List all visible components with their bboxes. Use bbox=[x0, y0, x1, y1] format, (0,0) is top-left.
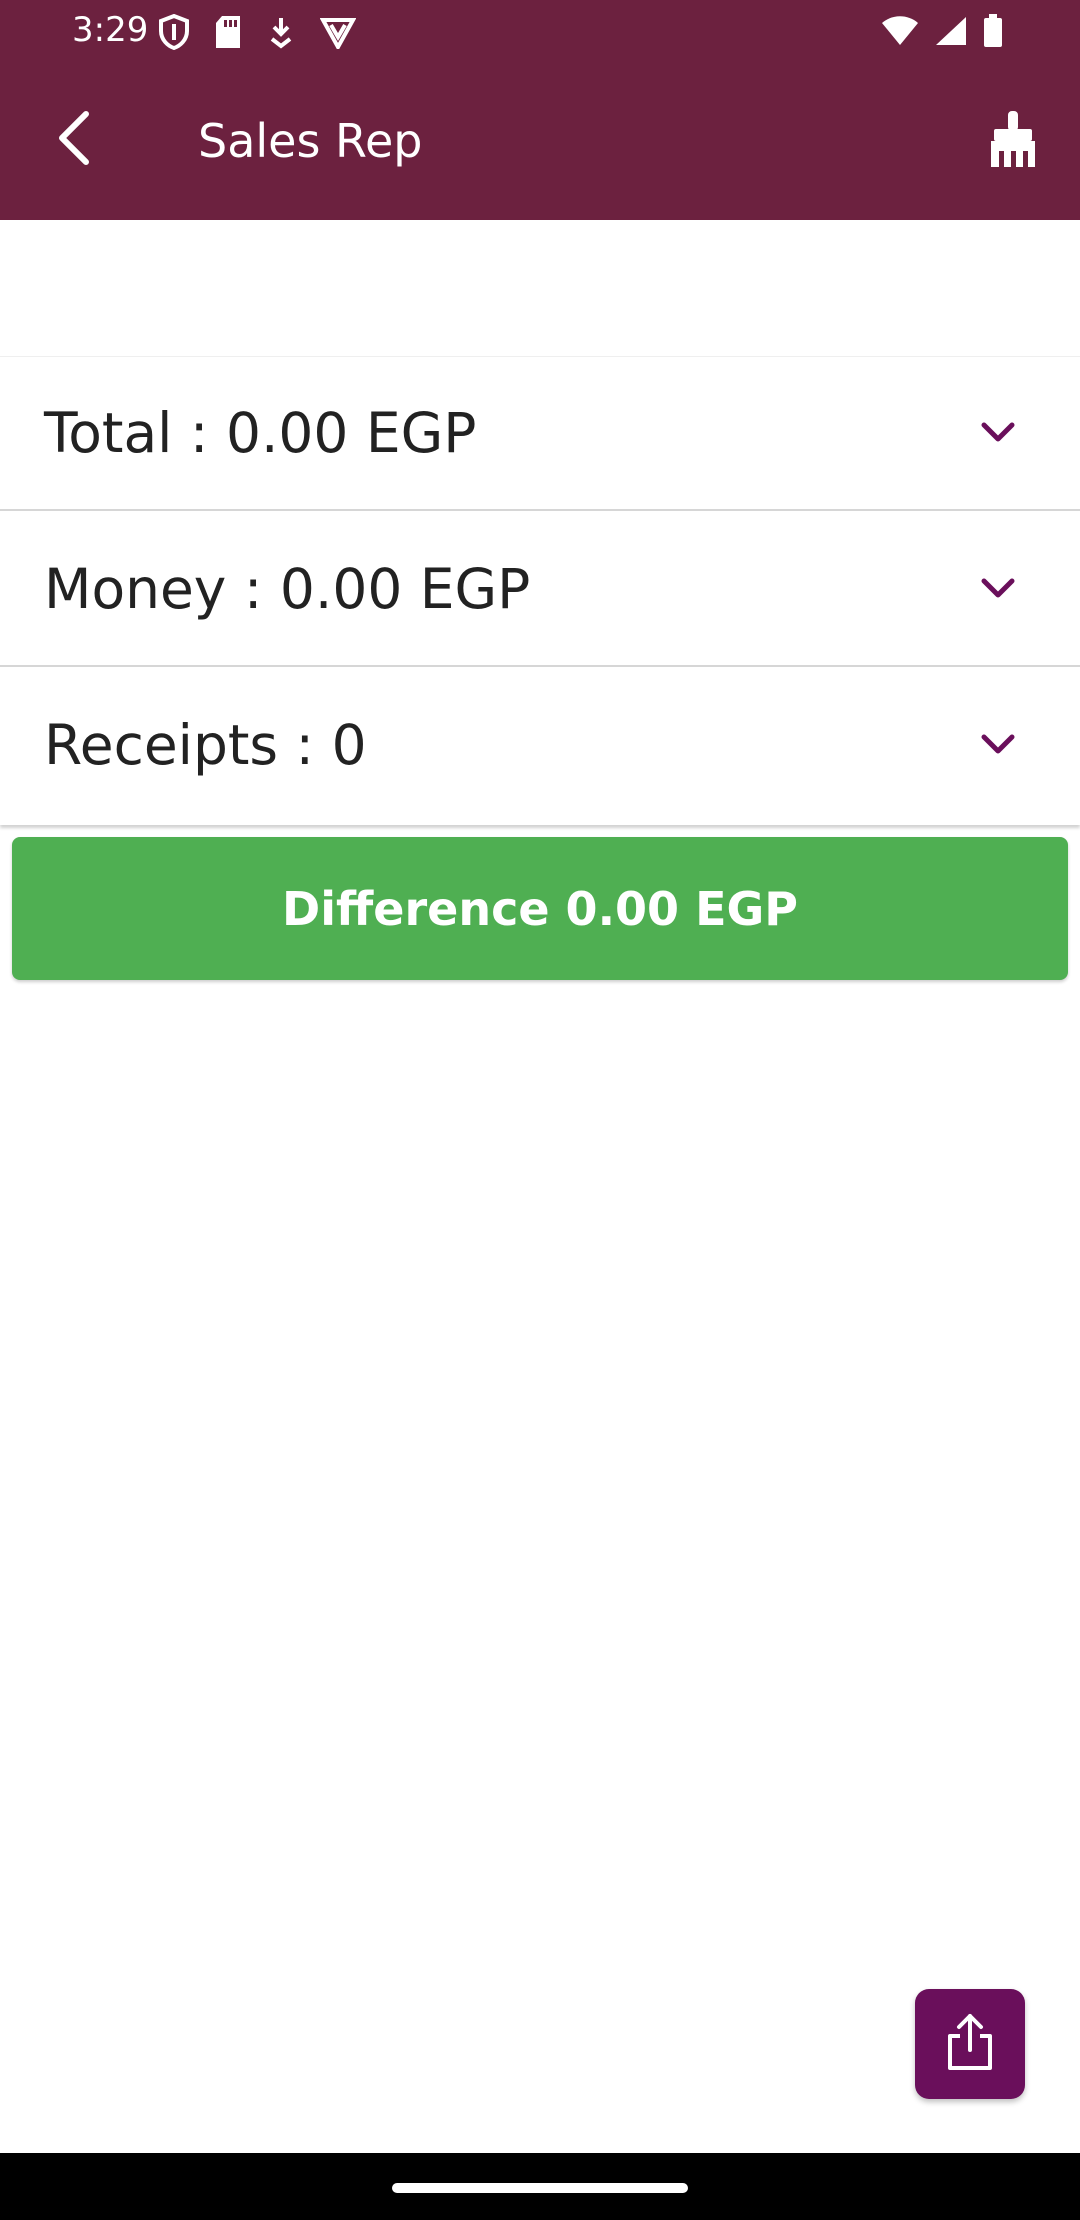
total-row[interactable]: Total : 0.00 EGP bbox=[0, 357, 1080, 511]
status-bar: 3:29 bbox=[0, 0, 1080, 64]
broom-icon bbox=[986, 109, 1040, 173]
back-arrow-icon bbox=[54, 110, 94, 170]
share-button[interactable] bbox=[915, 1989, 1025, 2099]
chevron-down-icon bbox=[976, 725, 1020, 765]
status-left-icons bbox=[158, 13, 357, 54]
top-bar: 3:29 Sales Rep bbox=[0, 0, 1080, 220]
screen: 3:29 Sales Rep Total: 0.00 EGP Money: … bbox=[0, 0, 1080, 2220]
app-bar: Sales Rep bbox=[0, 64, 1080, 220]
wifi-icon bbox=[880, 15, 920, 51]
status-right-icons bbox=[880, 14, 1004, 52]
receipts-label: Receipts : 0 bbox=[44, 713, 367, 777]
back-button[interactable] bbox=[44, 110, 104, 170]
receipts-row[interactable]: Receipts : 0 bbox=[0, 669, 1080, 825]
total-label: Total : 0.00 EGP bbox=[44, 401, 477, 465]
page-title: Sales Rep bbox=[198, 114, 423, 168]
battery-icon bbox=[982, 14, 1004, 52]
sd-card-icon bbox=[214, 15, 242, 53]
chevron-down-icon bbox=[976, 413, 1020, 453]
header-spacer bbox=[0, 220, 1080, 357]
status-time: 3:29 bbox=[72, 10, 149, 50]
difference-label: Difference 0.00 EGP bbox=[282, 881, 798, 936]
vpn-icon bbox=[319, 15, 357, 53]
signal-icon bbox=[934, 15, 968, 51]
clear-button[interactable] bbox=[980, 108, 1046, 174]
shield-icon bbox=[158, 13, 190, 54]
chevron-down-icon bbox=[976, 569, 1020, 609]
money-row[interactable]: Money : 0.00 EGP bbox=[0, 513, 1080, 667]
download-icon bbox=[266, 15, 296, 53]
share-icon bbox=[942, 2012, 998, 2076]
money-label: Money : 0.00 EGP bbox=[44, 557, 531, 621]
navigation-bar bbox=[0, 2153, 1080, 2220]
difference-banner: Difference 0.00 EGP bbox=[12, 837, 1068, 980]
home-handle[interactable] bbox=[392, 2183, 688, 2193]
